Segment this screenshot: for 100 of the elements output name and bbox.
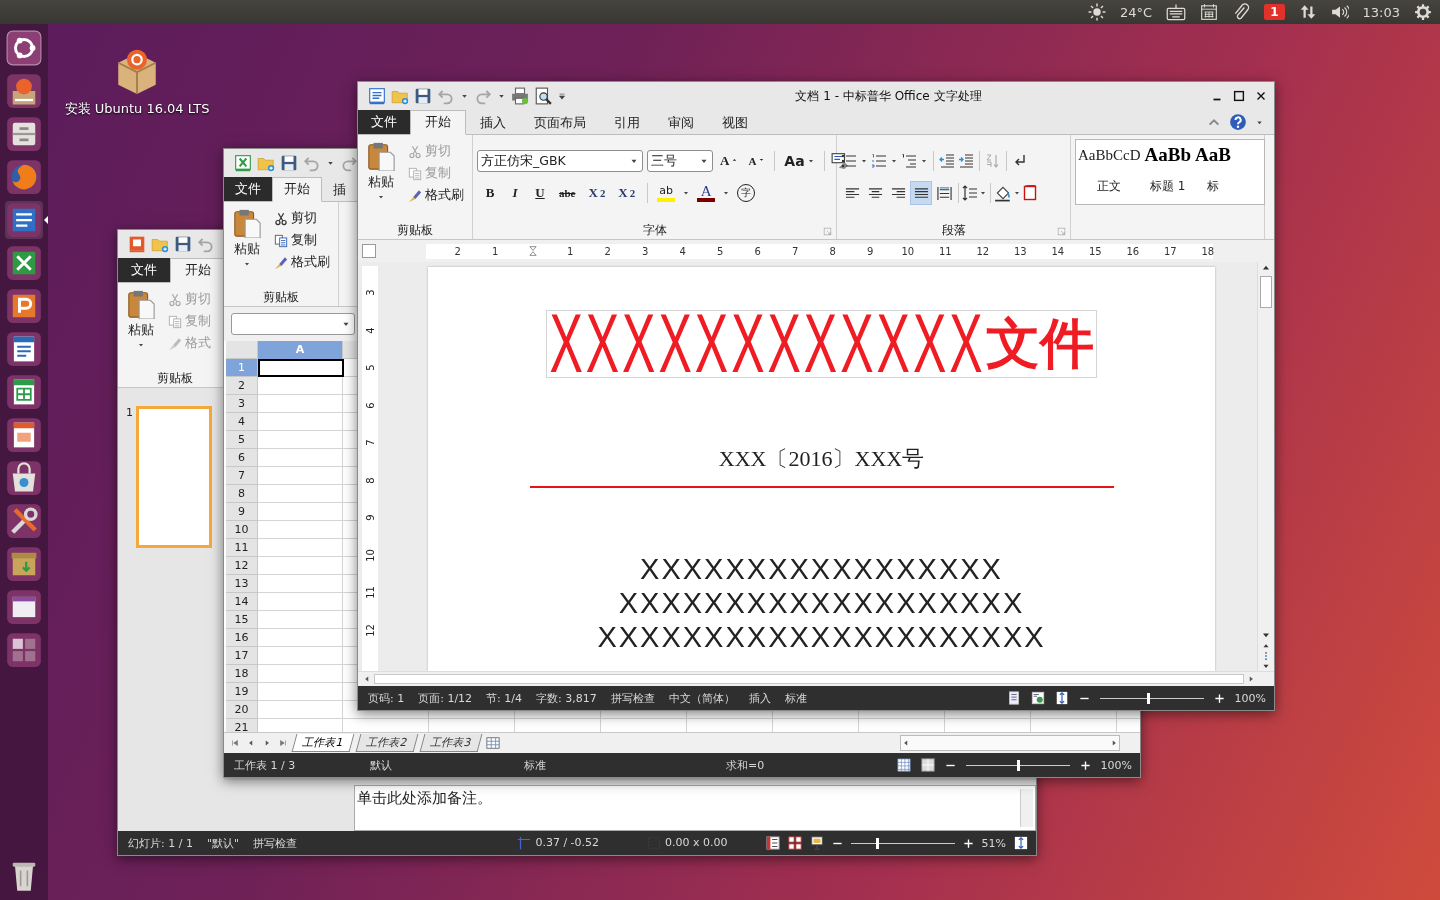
ribbon-tab[interactable]: 开始 xyxy=(170,258,226,283)
window-icon[interactable] xyxy=(6,589,42,625)
keyboard-icon[interactable] xyxy=(1166,2,1187,22)
decrease-indent-icon[interactable] xyxy=(939,153,955,169)
row-header[interactable]: 3 xyxy=(226,395,258,413)
sheet-tab[interactable]: 工作表1 xyxy=(291,734,355,752)
paperclip-icon[interactable] xyxy=(1232,3,1251,21)
row-header[interactable]: 21 xyxy=(226,719,258,732)
row-header[interactable]: 2 xyxy=(226,377,258,395)
change-case-button[interactable]: Aa xyxy=(781,150,818,172)
bold-button[interactable]: B xyxy=(481,182,499,204)
active-cell[interactable] xyxy=(258,359,344,377)
web-layout-icon[interactable] xyxy=(1030,691,1045,705)
file-menu-tab[interactable]: 文件 xyxy=(118,258,170,282)
cut-button[interactable]: 剪切 xyxy=(272,208,332,229)
row-header[interactable]: 12 xyxy=(226,557,258,575)
ribbon-tab[interactable]: 引用 xyxy=(600,112,654,134)
horizontal-scrollbar[interactable] xyxy=(374,674,1244,684)
workspaces-icon[interactable] xyxy=(6,632,42,668)
maximize-icon[interactable] xyxy=(1232,89,1246,103)
slideshow-icon[interactable] xyxy=(809,836,824,850)
print-icon[interactable] xyxy=(511,87,529,105)
desktop-icon-label[interactable]: 安装 Ubuntu 16.04 LTS xyxy=(64,100,210,118)
archive-box-icon[interactable] xyxy=(6,546,42,582)
installer-icon[interactable] xyxy=(6,73,42,109)
caret-icon[interactable] xyxy=(890,157,898,165)
sheet-tab[interactable]: 工作表2 xyxy=(355,734,419,752)
style-item[interactable]: AaBb 标题 1 xyxy=(1142,140,1193,204)
row-header[interactable]: 14 xyxy=(226,593,258,611)
notification-badge[interactable]: 1 xyxy=(1264,4,1285,20)
caret-icon[interactable] xyxy=(1013,189,1021,197)
row-header[interactable]: 4 xyxy=(226,413,258,431)
slide-thumbnail[interactable] xyxy=(136,406,212,548)
ribbon-tab[interactable]: 插 xyxy=(322,179,346,201)
network-arrows-icon[interactable] xyxy=(1298,3,1317,21)
app-logo-icon[interactable] xyxy=(368,87,386,105)
font-name-field[interactable]: 方正仿宋_GBK xyxy=(477,150,643,172)
normal-view-icon[interactable] xyxy=(765,836,780,850)
ribbon-tab[interactable]: 插入 xyxy=(466,112,520,134)
brush-button[interactable]: 格式刷 xyxy=(406,185,466,206)
calendar-icon[interactable] xyxy=(1200,3,1219,21)
horizontal-scrollbar[interactable] xyxy=(900,735,1120,751)
name-box-field[interactable] xyxy=(231,313,355,335)
vertical-scrollbar[interactable] xyxy=(1257,262,1274,671)
italic-button[interactable]: I xyxy=(506,182,524,204)
file-menu-tab[interactable]: 文件 xyxy=(224,177,272,201)
row-header[interactable]: 16 xyxy=(226,629,258,647)
paste-button[interactable]: 粘贴 xyxy=(122,287,160,369)
zoom-slider-thumb[interactable] xyxy=(875,837,879,849)
style-item[interactable]: AaBbCcD 正文 xyxy=(1076,140,1143,204)
presentation-app-icon[interactable] xyxy=(6,288,42,324)
save-icon[interactable] xyxy=(174,235,192,253)
document-app-icon[interactable] xyxy=(6,202,42,238)
caret-icon[interactable] xyxy=(920,157,928,165)
volume-icon[interactable] xyxy=(1330,3,1349,21)
increase-indent-icon[interactable] xyxy=(958,153,974,169)
ribbon-tab[interactable]: 页面布局 xyxy=(520,112,600,134)
shopping-bag-icon[interactable] xyxy=(6,460,42,496)
row-header[interactable]: 13 xyxy=(226,575,258,593)
row-header[interactable]: 9 xyxy=(226,503,258,521)
tools-icon[interactable] xyxy=(6,503,42,539)
clear-formatting-icon[interactable] xyxy=(830,152,849,170)
zoom-in-icon[interactable] xyxy=(1213,692,1225,704)
shading-bucket-icon[interactable] xyxy=(994,184,1012,202)
zoom-in-icon[interactable] xyxy=(962,837,974,849)
temperature-text[interactable]: 24°C xyxy=(1120,4,1153,20)
bulleted-list-icon[interactable] xyxy=(841,153,857,169)
style-item[interactable]: AaB 标 xyxy=(1192,140,1233,204)
underline-button[interactable]: U xyxy=(531,182,549,204)
zoom-slider-thumb[interactable] xyxy=(1147,692,1151,704)
row-header[interactable]: 5 xyxy=(226,431,258,449)
notes-field[interactable]: 单击此处添加备注。 xyxy=(354,785,1036,831)
paste-button[interactable]: 粘贴 xyxy=(228,206,266,288)
file-menu-tab[interactable]: 文件 xyxy=(358,110,410,134)
caret-icon[interactable] xyxy=(979,189,987,197)
row-header[interactable]: 10 xyxy=(226,521,258,539)
weather-sun-icon[interactable] xyxy=(1088,3,1107,21)
slide-sorter-icon[interactable] xyxy=(787,836,802,850)
help-icon[interactable] xyxy=(1229,113,1247,131)
row-header[interactable]: 11 xyxy=(226,539,258,557)
row-header[interactable]: 17 xyxy=(226,647,258,665)
grow-font-button[interactable]: A xyxy=(717,150,742,172)
page-break-view-icon[interactable] xyxy=(920,758,935,772)
ribbon-tab[interactable]: 开始 xyxy=(410,110,466,135)
font-size-field[interactable]: 三号 xyxy=(647,150,713,172)
last-sheet-icon[interactable] xyxy=(278,738,288,748)
print-preview-icon[interactable] xyxy=(534,87,552,105)
row-header[interactable]: 8 xyxy=(226,485,258,503)
caret-icon[interactable] xyxy=(682,189,691,197)
row-header[interactable]: 20 xyxy=(226,701,258,719)
dash-home-icon[interactable] xyxy=(6,30,42,66)
file-cabinet-icon[interactable] xyxy=(6,116,42,152)
strikethrough-button[interactable]: abe xyxy=(556,182,579,204)
ribbon-tab[interactable]: 审阅 xyxy=(654,112,708,134)
save-icon[interactable] xyxy=(280,154,298,172)
zoom-in-icon[interactable] xyxy=(1079,759,1091,771)
spreadsheet-app-icon[interactable] xyxy=(6,245,42,281)
justify-button[interactable] xyxy=(910,181,932,205)
ribbon-tab[interactable]: 视图 xyxy=(708,112,762,134)
row-header[interactable]: 7 xyxy=(226,467,258,485)
